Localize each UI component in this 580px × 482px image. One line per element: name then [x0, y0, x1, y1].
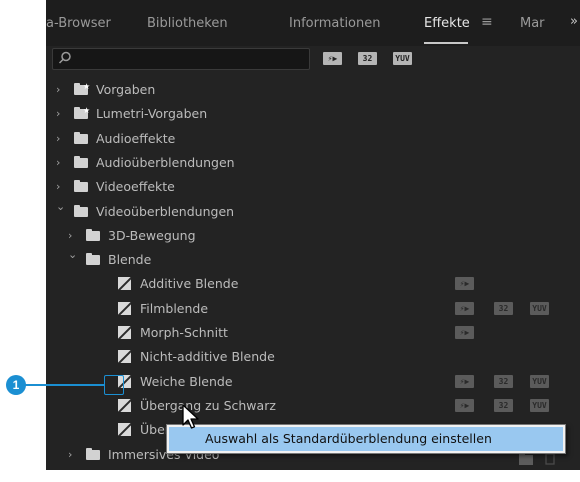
tree-item-label: Audioeffekte	[96, 130, 176, 146]
folder-icon	[86, 228, 100, 241]
accelerated-badge: ⚡▶	[455, 374, 474, 388]
effect-item[interactable]: Nicht-additive Blende	[46, 345, 580, 369]
tree-item-label: Videoeffekte	[96, 179, 175, 195]
tree-item-label: Weiche Blende	[140, 373, 233, 389]
yuv-filter-button[interactable]: YUV	[393, 52, 412, 65]
chevron-down-icon[interactable]: ⌄	[56, 200, 65, 213]
context-menu-item-label: Auswahl als Standardüberblendung einstel…	[205, 431, 492, 446]
search-input[interactable]	[52, 48, 310, 70]
mouse-cursor-icon	[182, 404, 199, 429]
effect-item[interactable]: Morph-Schnitt ⚡▶	[46, 321, 580, 345]
folder-icon	[74, 155, 88, 168]
chevron-right-icon[interactable]: ›	[56, 83, 60, 96]
yuv-badge: YUV	[530, 374, 549, 388]
context-menu: Auswahl als Standardüberblendung einstel…	[166, 424, 566, 454]
tree-item-label: 3D-Bewegung	[108, 227, 196, 243]
callout-highlight-box	[104, 375, 124, 395]
folder-icon	[86, 447, 100, 460]
tree-item-label: Blende	[108, 252, 152, 268]
callout-number-badge: 1	[6, 375, 26, 395]
tree-item-label: Filmblende	[140, 300, 209, 316]
effect-item[interactable]: Weiche Blende ⚡▶ 32 YUV	[46, 370, 580, 394]
tab-media-browser[interactable]: a-Browser	[46, 16, 111, 31]
effect-item[interactable]: Übergang zu Schwarz ⚡▶ 32 YUV	[46, 394, 580, 418]
folder-item[interactable]: › ★ Vorgaben	[46, 78, 580, 102]
tab-markers[interactable]: Mar	[520, 16, 545, 31]
32-bit-badge: 32	[494, 301, 513, 315]
accelerated-badge: ⚡▶	[455, 326, 474, 339]
folder-item[interactable]: ⌄ Videoüberblendungen	[46, 200, 580, 224]
tree-item-label: Audioüberblendungen	[96, 154, 235, 170]
chevron-right-icon[interactable]: ›	[56, 156, 60, 169]
tree-item-label: Vorgaben	[96, 82, 156, 97]
accelerated-badge: ⚡▶	[455, 301, 474, 315]
tab-info[interactable]: Informationen	[289, 16, 381, 31]
active-tab-indicator	[424, 42, 468, 44]
folder-item[interactable]: › Audioüberblendungen	[46, 151, 580, 175]
tree-item-label: Übergang zu Schwarz	[140, 397, 276, 413]
panel-tab-bar: a-Browser Bibliotheken Informationen Eff…	[46, 0, 580, 46]
yuv-badge: YUV	[530, 398, 549, 412]
folder-icon	[86, 253, 100, 266]
accelerated-effects-filter-button[interactable]: ⚡▶	[323, 52, 342, 65]
transition-effect-icon	[118, 277, 131, 291]
transition-effect-icon	[118, 423, 131, 437]
preset-folder-icon: ★	[74, 106, 91, 120]
context-menu-item-set-default-transition[interactable]: Auswahl als Standardüberblendung einstel…	[169, 427, 563, 451]
chevron-right-icon[interactable]: ›	[56, 180, 60, 193]
panel-menu-icon[interactable]: ≡	[481, 14, 493, 30]
folder-icon	[74, 180, 88, 193]
folder-item[interactable]: ⌄ Blende	[46, 248, 580, 272]
tree-item-label: Nicht-additive Blende	[140, 349, 275, 365]
32-bit-badge: 32	[494, 398, 513, 412]
callout-line	[20, 384, 104, 386]
accelerated-badge: ⚡▶	[455, 398, 474, 412]
tree-item-label: Additive Blende	[140, 276, 239, 292]
new-bin-icon[interactable]	[518, 452, 534, 466]
transition-effect-icon	[118, 398, 131, 412]
accelerated-badge: ⚡▶	[455, 277, 474, 291]
transition-effect-icon	[118, 326, 131, 339]
star-icon: ★	[83, 82, 91, 91]
transition-effect-icon	[118, 301, 131, 315]
star-icon: ★	[83, 106, 91, 116]
tab-libraries[interactable]: Bibliotheken	[147, 16, 228, 31]
folder-icon	[74, 131, 88, 144]
tab-overflow-icon[interactable]: »	[570, 14, 578, 29]
32-bit-badge: 32	[494, 374, 513, 388]
tree-item-label: Lumetri-Vorgaben	[96, 106, 208, 122]
folder-item[interactable]: › Videoeffekte	[46, 175, 580, 199]
chevron-right-icon[interactable]: ›	[56, 107, 60, 120]
effects-panel: a-Browser Bibliotheken Informationen Eff…	[46, 0, 580, 470]
tree-item-label: Videoüberblendungen	[96, 203, 235, 219]
folder-item[interactable]: › ★ Lumetri-Vorgaben	[46, 102, 580, 126]
yuv-badge: YUV	[530, 301, 549, 315]
tab-effects[interactable]: Effekte	[424, 16, 470, 31]
chevron-right-icon[interactable]: ›	[56, 132, 60, 145]
32-bit-filter-button[interactable]: 32	[358, 52, 377, 65]
chevron-down-icon[interactable]: ⌄	[68, 248, 77, 261]
folder-item[interactable]: › 3D-Bewegung	[46, 224, 580, 248]
chevron-right-icon[interactable]: ›	[68, 229, 72, 242]
search-icon	[58, 51, 71, 64]
preset-folder-icon: ★	[74, 82, 91, 95]
folder-item[interactable]: › Audioeffekte	[46, 127, 580, 151]
chevron-right-icon[interactable]: ›	[68, 448, 72, 461]
folder-icon	[74, 204, 88, 217]
effect-item[interactable]: Additive Blende ⚡▶	[46, 272, 580, 296]
tree-item-label: Morph-Schnitt	[140, 325, 228, 340]
transition-effect-icon	[118, 350, 131, 364]
effect-item[interactable]: Filmblende ⚡▶ 32 YUV	[46, 297, 580, 321]
